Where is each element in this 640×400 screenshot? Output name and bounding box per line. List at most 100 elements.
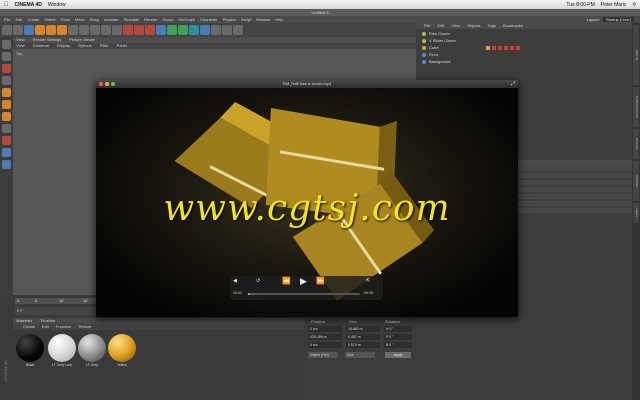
menu-select[interactable]: Select bbox=[44, 16, 55, 23]
menu-mograph[interactable]: MoGraph bbox=[178, 16, 195, 23]
close-window-icon[interactable] bbox=[99, 82, 103, 86]
vtab-content-browser[interactable]: Content Browser bbox=[633, 87, 639, 127]
fast-forward-icon[interactable]: ⏩ bbox=[316, 277, 325, 285]
objects-menu-edit[interactable]: Edit bbox=[437, 23, 444, 29]
rotation-p-field[interactable]: P 0 ° bbox=[384, 334, 412, 340]
light-icon[interactable] bbox=[233, 25, 243, 35]
menu-tools[interactable]: Tools bbox=[61, 16, 70, 23]
current-frame-field[interactable]: 0 F bbox=[17, 308, 23, 313]
material-black[interactable]: Black bbox=[15, 334, 45, 367]
rotation-h-field[interactable]: H 0 ° bbox=[384, 326, 412, 332]
sculpt-icon[interactable] bbox=[2, 136, 11, 145]
menu-snap[interactable]: Snap bbox=[90, 16, 99, 23]
make-editable-icon[interactable] bbox=[2, 40, 11, 49]
move-icon[interactable] bbox=[35, 25, 45, 35]
spline-pen-icon[interactable] bbox=[167, 25, 177, 35]
layout-selector[interactable]: Layout: Startup (User) bbox=[587, 16, 634, 23]
video-player-window[interactable]: GM_Half size w music.mp4 ⤢ www.cgtsj.com… bbox=[96, 80, 518, 317]
share-icon[interactable]: ⇱ bbox=[366, 278, 370, 284]
apply-button[interactable]: Apply bbox=[385, 352, 411, 358]
last-tool-icon[interactable] bbox=[68, 25, 78, 35]
render-settings-icon[interactable] bbox=[145, 25, 155, 35]
rewind-icon[interactable]: ⏪ bbox=[282, 277, 291, 285]
rotate-icon[interactable] bbox=[57, 25, 67, 35]
player-titlebar[interactable]: GM_Half size w music.mp4 ⤢ bbox=[96, 80, 518, 88]
live-select-icon[interactable] bbox=[24, 25, 34, 35]
objects-menu-view[interactable]: View bbox=[451, 23, 460, 29]
objects-menu-objects[interactable]: Objects bbox=[467, 23, 481, 29]
material-yellow[interactable]: Yellow bbox=[107, 334, 137, 367]
material-tag-icon[interactable] bbox=[486, 45, 490, 50]
object-row-x-slider-cloner[interactable]: X Slider Cloner bbox=[416, 37, 632, 44]
play-icon[interactable]: ▶ bbox=[300, 276, 307, 287]
object-row-rise-cloner[interactable]: Rise Cloner bbox=[416, 30, 632, 37]
zoom-window-icon[interactable] bbox=[111, 82, 115, 86]
rewind-30-icon[interactable]: ↺ bbox=[256, 278, 260, 284]
apple-menu-icon[interactable]:  bbox=[4, 2, 9, 8]
vtab-objects[interactable]: Objects bbox=[633, 25, 639, 85]
edges-mode-icon[interactable] bbox=[2, 100, 11, 109]
scrubber-track[interactable] bbox=[248, 293, 360, 295]
size-mode-dropdown[interactable]: Size bbox=[345, 352, 375, 358]
x-axis-icon[interactable] bbox=[79, 25, 89, 35]
menubar-user[interactable]: Peter Maric bbox=[601, 2, 627, 8]
position-x-field[interactable]: 0 cm bbox=[308, 326, 342, 332]
lock-workplane-icon[interactable] bbox=[2, 160, 11, 169]
object-tags[interactable] bbox=[486, 45, 520, 50]
polygons-mode-icon[interactable] bbox=[2, 112, 11, 121]
fullscreen-icon[interactable]: ⤢ bbox=[511, 80, 515, 88]
coord-system-icon[interactable] bbox=[112, 25, 122, 35]
objects-menu-tags[interactable]: Tags bbox=[488, 23, 496, 29]
material-lt-grey[interactable]: LT Grey bbox=[77, 334, 107, 367]
snap-icon[interactable] bbox=[2, 148, 11, 157]
menu-window[interactable]: Window bbox=[48, 2, 66, 8]
camera-icon[interactable] bbox=[222, 25, 232, 35]
redo-icon[interactable] bbox=[13, 25, 23, 35]
scale-icon[interactable] bbox=[46, 25, 56, 35]
minimize-window-icon[interactable] bbox=[105, 82, 109, 86]
video-frame[interactable]: www.cgtsj.com ◀ ↺ ⏪ ▶ ⏩ ⇱ 00:00 -00:28 bbox=[96, 88, 518, 317]
axis-mode-icon[interactable] bbox=[2, 124, 11, 133]
objects-menu-file[interactable]: File bbox=[424, 23, 430, 29]
material-tag-icon[interactable] bbox=[498, 45, 502, 50]
menu-create[interactable]: Create bbox=[27, 16, 39, 23]
app-menu-name[interactable]: CINEMA 4D bbox=[15, 2, 42, 8]
workplane-icon[interactable] bbox=[2, 76, 11, 85]
menu-render[interactable]: Render bbox=[144, 16, 157, 23]
menu-window[interactable]: Window bbox=[256, 16, 270, 23]
vtab-structure[interactable]: Structure bbox=[633, 129, 639, 159]
spotlight-icon[interactable]: ⚲ bbox=[632, 2, 636, 8]
layout-value[interactable]: Startup (User) bbox=[602, 17, 634, 22]
texture-mode-icon[interactable] bbox=[2, 64, 11, 73]
material-tag-icon[interactable] bbox=[492, 45, 496, 50]
floor-icon[interactable] bbox=[211, 25, 221, 35]
undo-icon[interactable] bbox=[2, 25, 12, 35]
points-mode-icon[interactable] bbox=[2, 88, 11, 97]
material-tag-icon[interactable] bbox=[510, 45, 514, 50]
size-x-field[interactable]: 18.682 m bbox=[346, 326, 380, 332]
render-picture-viewer-icon[interactable] bbox=[134, 25, 144, 35]
object-row-background[interactable]: Background bbox=[416, 58, 632, 65]
rotation-b-field[interactable]: B 0 ° bbox=[384, 342, 412, 348]
objects-menu-bookmarks[interactable]: Bookmarks bbox=[503, 23, 523, 29]
material-tag-icon[interactable] bbox=[516, 45, 520, 50]
material-tag-icon[interactable] bbox=[504, 45, 508, 50]
vtab-attributes[interactable]: Attributes bbox=[633, 161, 639, 201]
deformer-icon[interactable] bbox=[200, 25, 210, 35]
material-lt-grey-lum[interactable]: LT Grey Lum bbox=[47, 334, 77, 367]
menu-simulate[interactable]: Simulate bbox=[124, 16, 140, 23]
coord-mode-dropdown[interactable]: Object (Rel) bbox=[308, 352, 338, 358]
volume-icon[interactable]: ◀ bbox=[233, 278, 237, 284]
object-row-cube[interactable]: Cube bbox=[416, 44, 632, 51]
position-z-field[interactable]: 0 cm bbox=[308, 342, 342, 348]
render-view-icon[interactable] bbox=[123, 25, 133, 35]
menu-mesh[interactable]: Mesh bbox=[75, 16, 85, 23]
size-y-field[interactable]: 0.457 m bbox=[346, 334, 380, 340]
menu-script[interactable]: Script bbox=[241, 16, 251, 23]
y-axis-icon[interactable] bbox=[90, 25, 100, 35]
object-row-floor[interactable]: Floor bbox=[416, 51, 632, 58]
menu-character[interactable]: Character bbox=[200, 16, 218, 23]
array-icon[interactable] bbox=[189, 25, 199, 35]
menu-sculpt[interactable]: Sculpt bbox=[162, 16, 173, 23]
z-axis-icon[interactable] bbox=[101, 25, 111, 35]
